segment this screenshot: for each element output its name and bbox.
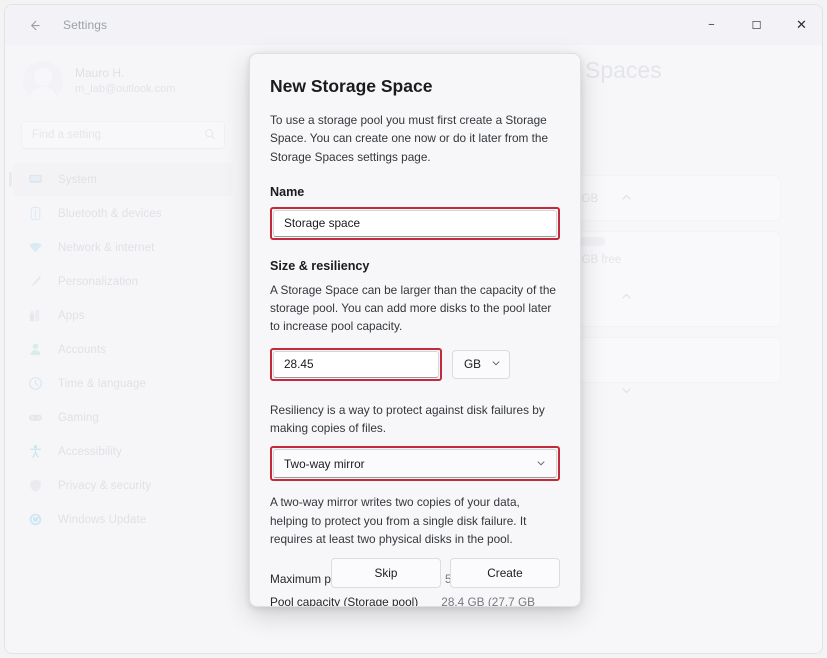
dialog-body: New Storage Space To use a storage pool …: [250, 54, 580, 606]
unit-select-value: GB: [464, 357, 482, 372]
app-title: Settings: [63, 18, 108, 32]
name-field[interactable]: [273, 209, 557, 237]
close-button[interactable]: ✕: [779, 5, 822, 45]
dialog-title: New Storage Space: [270, 76, 433, 96]
maximize-button[interactable]: ☐: [734, 5, 779, 45]
resiliency-note: A two-way mirror writes two copies of yo…: [270, 495, 527, 546]
resiliency-select[interactable]: Two-way mirror: [273, 449, 557, 479]
size-input[interactable]: [284, 357, 439, 372]
resiliency-combo-highlight: Two-way mirror: [270, 446, 560, 482]
window-controls: − ☐ ✕: [689, 5, 822, 45]
size-field[interactable]: [273, 350, 439, 378]
unit-select[interactable]: GB: [452, 349, 510, 379]
new-storage-space-dialog: New Storage Space To use a storage pool …: [249, 53, 581, 607]
create-button[interactable]: Create: [450, 558, 560, 588]
name-input[interactable]: [284, 216, 546, 231]
chevron-down-icon: [491, 358, 501, 370]
size-field-highlight: [270, 347, 442, 381]
settings-window: Settings − ☐ ✕ Mauro H. m_lab@outlook.co…: [4, 4, 823, 654]
dialog-intro-text: To use a storage pool you must first cre…: [270, 113, 549, 164]
title-bar: Settings − ☐ ✕: [5, 5, 822, 45]
settings-window-root: Settings − ☐ ✕ Mauro H. m_lab@outlook.co…: [0, 0, 827, 658]
size-section-description: A Storage Space can be larger than the c…: [270, 282, 556, 334]
size-section-label: Size & resiliency: [270, 258, 370, 273]
chevron-down-icon: [536, 458, 546, 470]
name-section-label: Name: [270, 184, 305, 199]
name-field-highlight: [270, 206, 560, 240]
dialog-actions: Skip Create: [250, 558, 580, 606]
minimize-button[interactable]: −: [689, 5, 734, 45]
back-arrow-icon[interactable]: [19, 10, 49, 40]
resiliency-description: Resiliency is a way to protect against d…: [270, 402, 545, 435]
skip-button[interactable]: Skip: [331, 558, 441, 588]
size-row: GB: [270, 347, 560, 381]
resiliency-select-value: Two-way mirror: [284, 456, 365, 471]
